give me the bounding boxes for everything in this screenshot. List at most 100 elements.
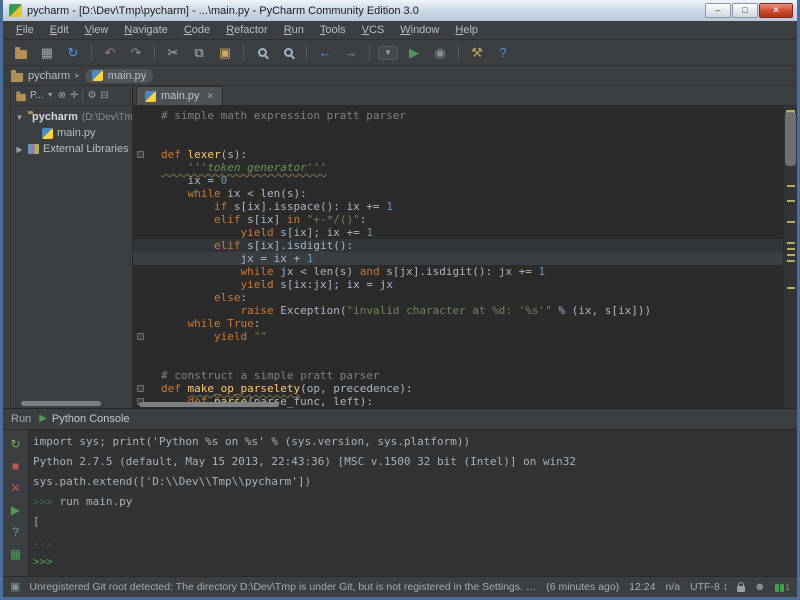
project-panel-header: P... ▼ ⊗ ✛ ⚙ ⊟ (11, 86, 132, 106)
lock-icon[interactable] (737, 586, 745, 592)
fold-marker-icon[interactable] (137, 333, 144, 340)
navbar-item-pycharm[interactable]: pycharm (28, 70, 70, 82)
forward-icon[interactable]: → (341, 43, 361, 63)
icon-glyph: ← (319, 46, 332, 59)
status-cursor-position[interactable]: 12:24 (629, 581, 655, 593)
play-icon: ▶ (39, 414, 47, 424)
pycharm-logo-icon (9, 4, 22, 17)
play-icon[interactable]: ▶ (8, 502, 24, 517)
back-icon[interactable]: ← (315, 43, 335, 63)
magnifier-icon (258, 48, 267, 57)
fold-marker-icon[interactable] (137, 151, 144, 158)
open-icon[interactable] (11, 43, 31, 63)
settings-icon[interactable]: ▦ (8, 546, 24, 561)
undo-icon[interactable]: ↶ (100, 43, 120, 63)
warning-stripe-mark[interactable] (787, 221, 795, 223)
hide-icon[interactable]: ⊟ (100, 91, 108, 101)
console-line: >>> run main.py (33, 495, 797, 515)
help-icon[interactable]: ? (8, 524, 24, 539)
warning-stripe-mark[interactable] (787, 260, 795, 262)
gutter (133, 109, 161, 122)
menu-vcs[interactable]: VCS (355, 23, 392, 37)
run-panel-body: ↻ ■ ✕ ▶? ▦ import sys; print('Python %s on %… (3, 430, 797, 576)
warning-stripe-mark[interactable] (787, 254, 795, 256)
warning-stripe-mark[interactable] (787, 287, 795, 289)
icon-glyph: ⧉ (194, 46, 203, 59)
project-view-dropdown[interactable]: P... ▼ (15, 90, 54, 102)
paste-icon[interactable]: ▣ (215, 43, 235, 63)
redo-icon[interactable]: ↷ (126, 43, 146, 63)
run-configuration-dropdown[interactable]: ▼ (378, 43, 398, 63)
title-bar[interactable]: pycharm - [D:\Dev\Tmp\pycharm] - ...\mai… (3, 0, 797, 21)
menu-window[interactable]: Window (393, 23, 446, 37)
menu-view[interactable]: View (78, 23, 116, 37)
menu-help[interactable]: Help (448, 23, 485, 37)
warning-stripe-mark[interactable] (787, 248, 795, 250)
menu-run[interactable]: Run (277, 23, 311, 37)
code-line: while ix < len(s): (133, 187, 783, 200)
tree-item-pycharm-root[interactable]: ▼pycharm(D:\Dev\Tmp) (11, 109, 132, 125)
code-editor[interactable]: # simple math expression pratt parserdef… (133, 106, 797, 408)
fold-marker-icon[interactable] (137, 385, 144, 392)
find-icon[interactable] (252, 43, 272, 63)
tree-arrow-icon[interactable]: ▼ (15, 113, 24, 122)
status-widgets: (6 minutes ago) 12:24 n/a UTF-8 ↕ (546, 581, 728, 593)
status-line-separator[interactable]: n/a (665, 581, 680, 593)
tab-main-py[interactable]: main.py ✕ (136, 86, 223, 105)
project-hscrollbar[interactable] (21, 401, 101, 406)
event-log-icon[interactable]: 1 (775, 583, 790, 592)
minimize-button[interactable]: – (705, 3, 731, 18)
tab-python-console[interactable]: ▶ Python Console (39, 413, 129, 425)
help-icon[interactable]: ? (493, 43, 513, 63)
editor-hscrollbar[interactable] (139, 402, 279, 407)
warning-stripe-mark[interactable] (787, 242, 795, 244)
stop-icon[interactable]: ■ (8, 458, 24, 473)
warning-stripe-mark[interactable] (787, 185, 795, 187)
status-vcs-annotation[interactable]: (6 minutes ago) (546, 581, 619, 593)
menu-refactor[interactable]: Refactor (219, 23, 275, 37)
scroll-from-source-icon[interactable]: ✛ (70, 91, 78, 101)
window-title: pycharm - [D:\Dev\Tmp\pycharm] - ...\mai… (27, 5, 699, 17)
menu-code[interactable]: Code (177, 23, 217, 37)
close-icon[interactable]: ⊗ (58, 91, 66, 101)
gutter (133, 317, 161, 330)
status-encoding[interactable]: UTF-8 ↕ (690, 581, 728, 593)
icon-glyph: ↶ (105, 46, 116, 59)
editor-vscrollbar[interactable] (785, 112, 796, 166)
copy-icon[interactable]: ⧉ (189, 43, 209, 63)
save-all-icon[interactable]: ▦ (37, 43, 57, 63)
gear-icon[interactable]: ⚙ (87, 91, 96, 101)
cut-icon[interactable]: ✂ (163, 43, 183, 63)
tab-close-icon[interactable]: ✕ (207, 91, 215, 102)
maximize-button[interactable]: □ (732, 3, 758, 18)
python-console-output[interactable]: import sys; print('Python %s on %s' % (s… (29, 430, 797, 576)
menu-edit[interactable]: Edit (43, 23, 76, 37)
tree-item-label: pycharm (32, 111, 78, 123)
status-message[interactable]: Unregistered Git root detected: The dire… (29, 581, 537, 593)
warning-stripe-mark[interactable] (787, 200, 795, 202)
gutter (133, 369, 161, 382)
menu-tools[interactable]: Tools (313, 23, 353, 37)
close-icon[interactable]: ✕ (8, 480, 24, 495)
code-line: def lexer(s): (133, 148, 783, 161)
rerun-icon[interactable]: ↻ (8, 436, 24, 451)
tree-item-external-libraries[interactable]: ▶External Libraries (11, 141, 132, 157)
icon-glyph: ? (499, 46, 506, 59)
tree-item-main-py[interactable]: main.py (11, 125, 132, 141)
main-area: P... ▼ ⊗✛⚙⊟ ▼pycharm(D:\Dev\Tmp)main.py▶… (3, 86, 797, 408)
find-in-path-icon[interactable] (278, 43, 298, 63)
navbar-item-main-py[interactable]: main.py (85, 69, 154, 83)
gutter (133, 356, 161, 369)
tree-arrow-icon[interactable]: ▶ (15, 145, 24, 154)
settings-icon[interactable]: ⚒ (467, 43, 487, 63)
toggle-tool-windows-icon[interactable]: ▣ (10, 582, 20, 593)
menu-file[interactable]: File (9, 23, 41, 37)
hector-inspector-icon[interactable]: ☻ (754, 582, 766, 593)
synchronize-icon[interactable]: ↻ (63, 43, 83, 63)
gutter (133, 291, 161, 304)
run-icon[interactable]: ▶ (404, 43, 424, 63)
close-button[interactable]: ✕ (759, 3, 793, 18)
menu-navigate[interactable]: Navigate (117, 23, 174, 37)
run-panel-header: Run ▶ Python Console (3, 409, 797, 430)
run-with-coverage-icon[interactable]: ◉ (430, 43, 450, 63)
